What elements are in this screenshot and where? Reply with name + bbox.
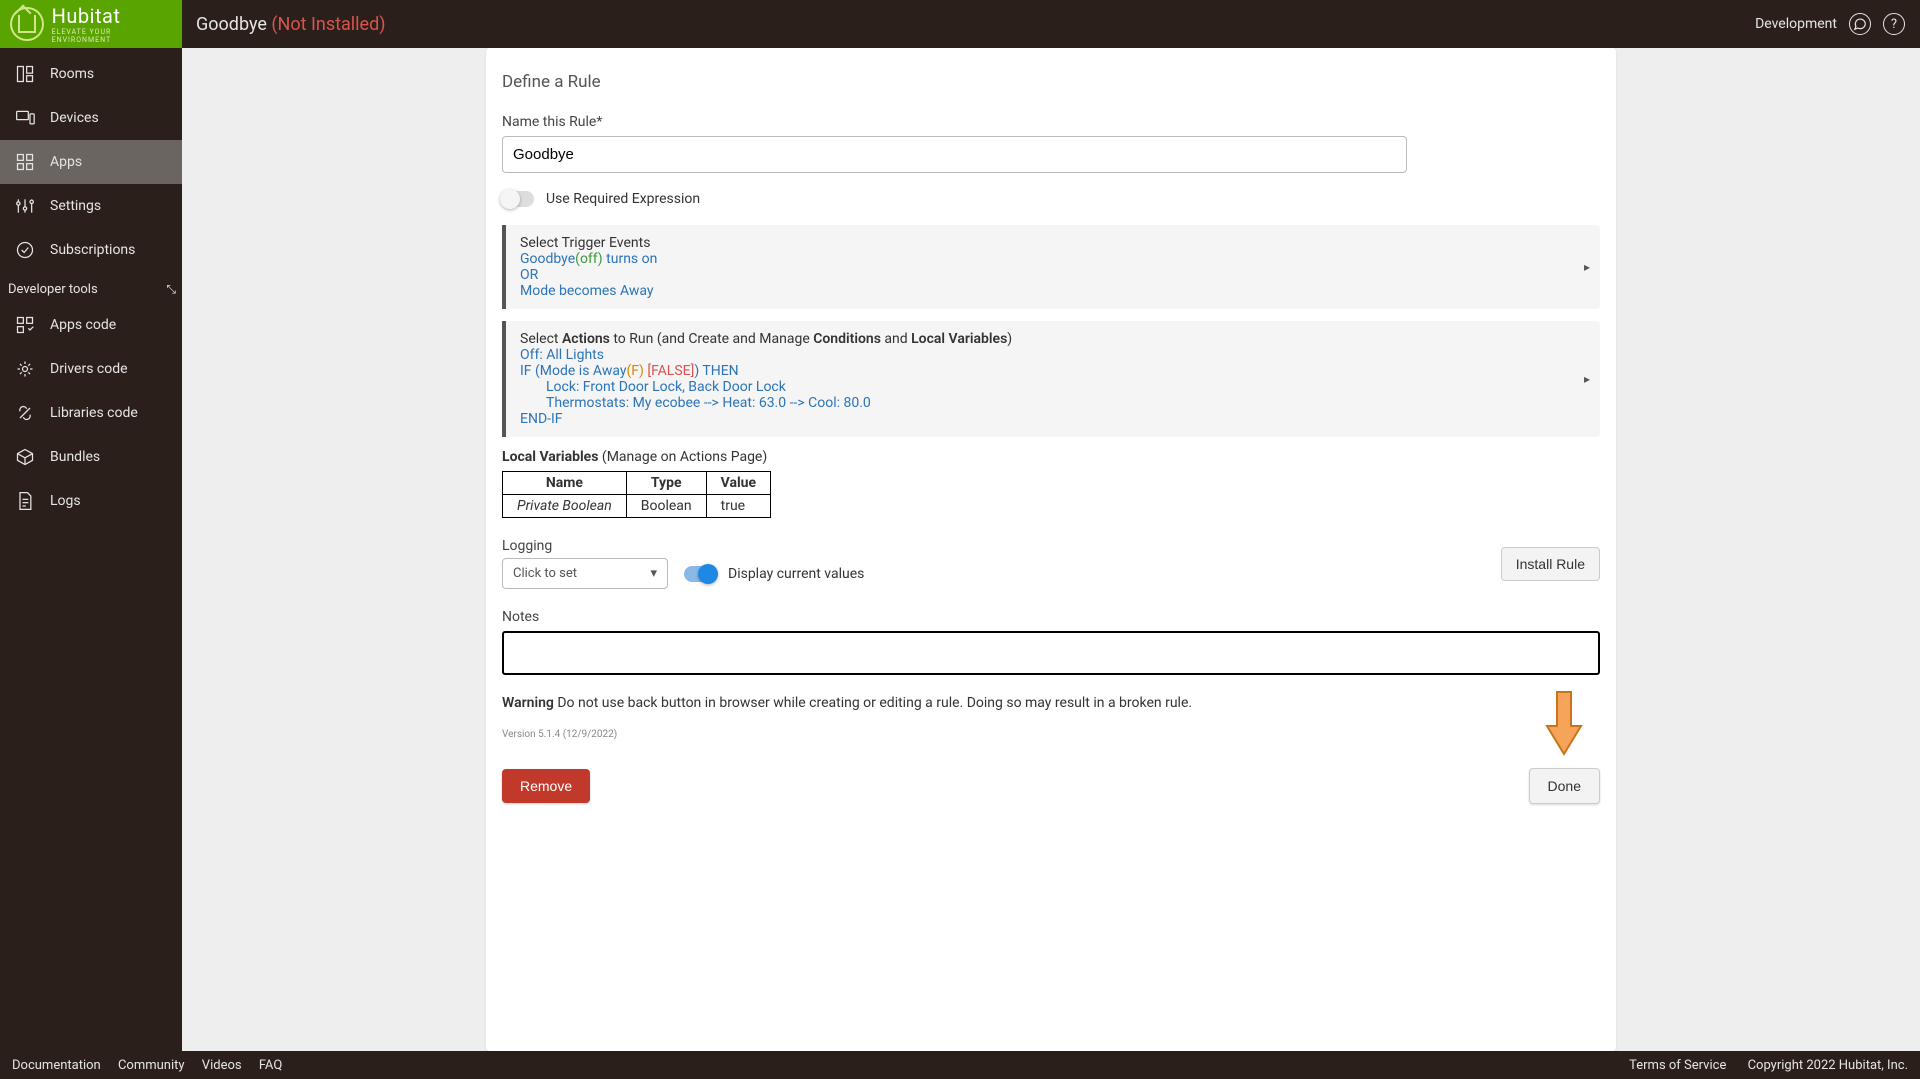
chevron-down-icon: ▾: [650, 566, 657, 581]
apps-code-icon: [14, 314, 36, 336]
done-button[interactable]: Done: [1529, 768, 1600, 804]
footer-copyright: Copyright 2022 Hubitat, Inc.: [1748, 1058, 1908, 1073]
sidebar-item-label: Rooms: [50, 66, 94, 82]
display-values-label: Display current values: [728, 566, 864, 582]
footer-videos-link[interactable]: Videos: [202, 1058, 242, 1073]
arrow-down-annotation: [1543, 690, 1585, 756]
footer: Documentation Community Videos FAQ Terms…: [0, 1051, 1920, 1079]
required-expression-toggle[interactable]: [502, 191, 534, 207]
chat-icon[interactable]: [1849, 13, 1871, 35]
developer-tools-header: Developer tools ⤡: [0, 272, 182, 303]
footer-faq-link[interactable]: FAQ: [259, 1058, 282, 1073]
development-link[interactable]: Development: [1755, 16, 1837, 32]
expand-icon: ▸: [1584, 372, 1590, 386]
expand-icon: ▸: [1584, 260, 1590, 274]
section-title: Define a Rule: [502, 72, 1600, 92]
footer-terms-link[interactable]: Terms of Service: [1629, 1058, 1726, 1073]
rule-card: Define a Rule Name this Rule* Use Requir…: [486, 48, 1616, 1051]
remove-button[interactable]: Remove: [502, 769, 590, 803]
name-label: Name this Rule*: [502, 114, 1600, 130]
sidebar-item-label: Subscriptions: [50, 242, 135, 258]
sidebar-item-label: Apps: [50, 154, 82, 170]
trigger-events-block[interactable]: Select Trigger Events Goodbye(off) turns…: [502, 225, 1600, 309]
sidebar-item-apps[interactable]: Apps: [0, 140, 182, 184]
warning-text: Warning Do not use back button in browse…: [502, 695, 1600, 711]
rule-name-input[interactable]: [502, 136, 1407, 173]
footer-documentation-link[interactable]: Documentation: [12, 1058, 101, 1073]
logging-dropdown[interactable]: Click to set ▾: [502, 558, 668, 589]
drivers-code-icon: [14, 358, 36, 380]
libraries-code-icon: [14, 402, 36, 424]
sidebar-item-bundles[interactable]: Bundles: [0, 435, 182, 479]
sidebar-item-drivers-code[interactable]: Drivers code: [0, 347, 182, 391]
install-rule-button[interactable]: Install Rule: [1501, 547, 1600, 581]
sidebar-item-label: Devices: [50, 110, 99, 126]
logs-icon: [14, 490, 36, 512]
sidebar-item-label: Libraries code: [50, 405, 138, 421]
sidebar-item-rooms[interactable]: Rooms: [0, 52, 182, 96]
apps-icon: [14, 151, 36, 173]
logo: Hubitat ELEVATE YOUR ENVIRONMENT: [10, 4, 172, 44]
logo-text: Hubitat: [52, 4, 172, 28]
sidebar-item-devices[interactable]: Devices: [0, 96, 182, 140]
local-variables-table: Name Type Value Private Boolean Boolean …: [502, 471, 771, 518]
actions-block[interactable]: Select Actions to Run (and Create and Ma…: [502, 321, 1600, 437]
app-header: Hubitat ELEVATE YOUR ENVIRONMENT Goodbye…: [0, 0, 1920, 48]
sidebar-item-label: Drivers code: [50, 361, 128, 377]
bundles-icon: [14, 446, 36, 468]
subscriptions-icon: [14, 239, 36, 261]
sidebar: Rooms Devices Apps Settings Subscription…: [0, 48, 182, 1051]
logo-tagline: ELEVATE YOUR ENVIRONMENT: [52, 28, 172, 44]
sidebar-item-apps-code[interactable]: Apps code: [0, 303, 182, 347]
footer-community-link[interactable]: Community: [118, 1058, 185, 1073]
sidebar-item-label: Logs: [50, 493, 81, 509]
notes-label: Notes: [502, 609, 1600, 625]
required-expression-label: Use Required Expression: [546, 191, 700, 207]
sidebar-item-settings[interactable]: Settings: [0, 184, 182, 228]
page-title: Goodbye (Not Installed): [196, 14, 386, 35]
install-status: (Not Installed): [271, 14, 385, 35]
help-icon[interactable]: ?: [1883, 13, 1905, 35]
collapse-icon[interactable]: ⤡: [166, 282, 176, 297]
sidebar-item-libraries-code[interactable]: Libraries code: [0, 391, 182, 435]
table-row: Private Boolean Boolean true: [503, 495, 771, 518]
display-values-toggle[interactable]: [684, 566, 716, 582]
logo-area[interactable]: Hubitat ELEVATE YOUR ENVIRONMENT: [0, 0, 182, 48]
sidebar-item-subscriptions[interactable]: Subscriptions: [0, 228, 182, 272]
notes-textarea[interactable]: [502, 631, 1600, 675]
settings-icon: [14, 195, 36, 217]
rooms-icon: [14, 63, 36, 85]
sidebar-item-label: Settings: [50, 198, 101, 214]
sidebar-item-logs[interactable]: Logs: [0, 479, 182, 523]
version-text: Version 5.1.4 (12/9/2022): [502, 729, 1600, 740]
sidebar-item-label: Bundles: [50, 449, 100, 465]
devices-icon: [14, 107, 36, 129]
local-variables-section: Local Variables (Manage on Actions Page)…: [502, 449, 1600, 518]
logging-label: Logging: [502, 538, 668, 554]
sidebar-item-label: Apps code: [50, 317, 116, 333]
